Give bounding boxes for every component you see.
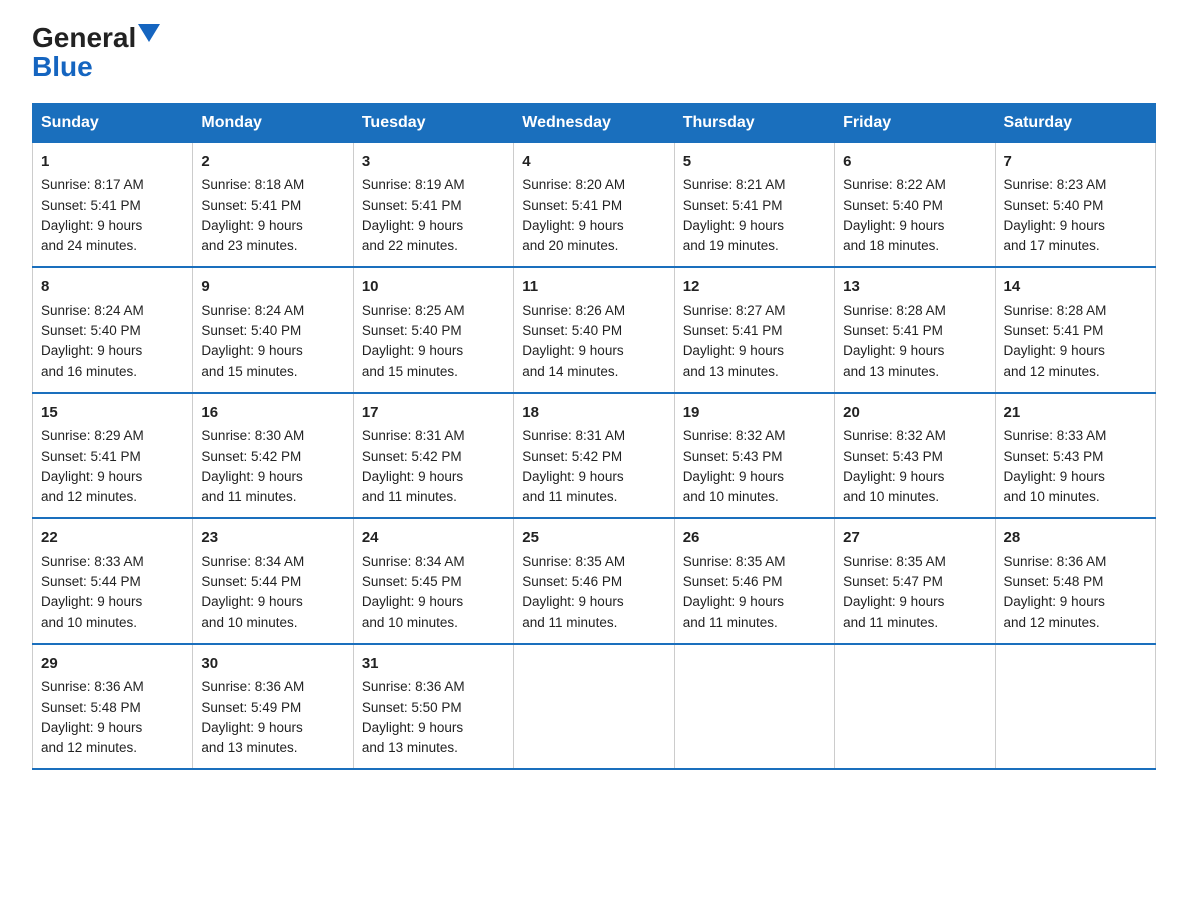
calendar-cell: 24Sunrise: 8:34 AMSunset: 5:45 PMDayligh… [353, 518, 513, 644]
calendar-cell: 28Sunrise: 8:36 AMSunset: 5:48 PMDayligh… [995, 518, 1155, 644]
day-number: 18 [522, 402, 665, 425]
calendar-cell: 18Sunrise: 8:31 AMSunset: 5:42 PMDayligh… [514, 393, 674, 519]
day-number: 13 [843, 276, 986, 299]
day-number: 27 [843, 527, 986, 550]
calendar-cell: 29Sunrise: 8:36 AMSunset: 5:48 PMDayligh… [33, 644, 193, 770]
calendar-cell: 23Sunrise: 8:34 AMSunset: 5:44 PMDayligh… [193, 518, 353, 644]
calendar-cell: 7Sunrise: 8:23 AMSunset: 5:40 PMDaylight… [995, 142, 1155, 267]
day-number: 24 [362, 527, 505, 550]
calendar-cell: 15Sunrise: 8:29 AMSunset: 5:41 PMDayligh… [33, 393, 193, 519]
day-number: 17 [362, 402, 505, 425]
calendar-cell: 30Sunrise: 8:36 AMSunset: 5:49 PMDayligh… [193, 644, 353, 770]
calendar-cell: 16Sunrise: 8:30 AMSunset: 5:42 PMDayligh… [193, 393, 353, 519]
day-number: 26 [683, 527, 826, 550]
page-header: General Blue [32, 24, 1156, 83]
calendar-week-row: 1Sunrise: 8:17 AMSunset: 5:41 PMDaylight… [33, 142, 1156, 267]
col-header-friday: Friday [835, 103, 995, 142]
calendar-cell [995, 644, 1155, 770]
calendar-cell: 27Sunrise: 8:35 AMSunset: 5:47 PMDayligh… [835, 518, 995, 644]
col-header-monday: Monday [193, 103, 353, 142]
day-number: 8 [41, 276, 184, 299]
calendar-week-row: 22Sunrise: 8:33 AMSunset: 5:44 PMDayligh… [33, 518, 1156, 644]
calendar-header-row: SundayMondayTuesdayWednesdayThursdayFrid… [33, 103, 1156, 142]
day-number: 31 [362, 653, 505, 676]
calendar-cell: 9Sunrise: 8:24 AMSunset: 5:40 PMDaylight… [193, 267, 353, 393]
calendar-cell: 4Sunrise: 8:20 AMSunset: 5:41 PMDaylight… [514, 142, 674, 267]
calendar-cell: 6Sunrise: 8:22 AMSunset: 5:40 PMDaylight… [835, 142, 995, 267]
day-number: 29 [41, 653, 184, 676]
day-number: 12 [683, 276, 826, 299]
day-number: 6 [843, 151, 986, 174]
day-number: 11 [522, 276, 665, 299]
calendar-week-row: 29Sunrise: 8:36 AMSunset: 5:48 PMDayligh… [33, 644, 1156, 770]
col-header-saturday: Saturday [995, 103, 1155, 142]
day-number: 28 [1004, 527, 1147, 550]
day-number: 22 [41, 527, 184, 550]
logo-general: General [32, 24, 136, 52]
day-number: 14 [1004, 276, 1147, 299]
day-number: 9 [201, 276, 344, 299]
day-number: 5 [683, 151, 826, 174]
calendar-cell: 14Sunrise: 8:28 AMSunset: 5:41 PMDayligh… [995, 267, 1155, 393]
day-number: 25 [522, 527, 665, 550]
day-number: 7 [1004, 151, 1147, 174]
calendar-cell [674, 644, 834, 770]
logo-blue: Blue [32, 52, 93, 83]
col-header-wednesday: Wednesday [514, 103, 674, 142]
col-header-tuesday: Tuesday [353, 103, 513, 142]
calendar-cell: 10Sunrise: 8:25 AMSunset: 5:40 PMDayligh… [353, 267, 513, 393]
day-number: 2 [201, 151, 344, 174]
calendar-cell: 12Sunrise: 8:27 AMSunset: 5:41 PMDayligh… [674, 267, 834, 393]
calendar-cell: 19Sunrise: 8:32 AMSunset: 5:43 PMDayligh… [674, 393, 834, 519]
logo-arrow-icon [138, 24, 160, 42]
calendar-cell [835, 644, 995, 770]
day-number: 23 [201, 527, 344, 550]
calendar-cell [514, 644, 674, 770]
calendar-cell: 22Sunrise: 8:33 AMSunset: 5:44 PMDayligh… [33, 518, 193, 644]
calendar-cell: 5Sunrise: 8:21 AMSunset: 5:41 PMDaylight… [674, 142, 834, 267]
day-number: 16 [201, 402, 344, 425]
day-number: 21 [1004, 402, 1147, 425]
calendar-cell: 26Sunrise: 8:35 AMSunset: 5:46 PMDayligh… [674, 518, 834, 644]
day-number: 15 [41, 402, 184, 425]
calendar-cell: 21Sunrise: 8:33 AMSunset: 5:43 PMDayligh… [995, 393, 1155, 519]
calendar-week-row: 8Sunrise: 8:24 AMSunset: 5:40 PMDaylight… [33, 267, 1156, 393]
col-header-thursday: Thursday [674, 103, 834, 142]
calendar-cell: 25Sunrise: 8:35 AMSunset: 5:46 PMDayligh… [514, 518, 674, 644]
day-number: 19 [683, 402, 826, 425]
day-number: 10 [362, 276, 505, 299]
day-number: 30 [201, 653, 344, 676]
calendar-week-row: 15Sunrise: 8:29 AMSunset: 5:41 PMDayligh… [33, 393, 1156, 519]
calendar-cell: 1Sunrise: 8:17 AMSunset: 5:41 PMDaylight… [33, 142, 193, 267]
calendar-cell: 31Sunrise: 8:36 AMSunset: 5:50 PMDayligh… [353, 644, 513, 770]
calendar-cell: 3Sunrise: 8:19 AMSunset: 5:41 PMDaylight… [353, 142, 513, 267]
calendar-cell: 2Sunrise: 8:18 AMSunset: 5:41 PMDaylight… [193, 142, 353, 267]
calendar-cell: 17Sunrise: 8:31 AMSunset: 5:42 PMDayligh… [353, 393, 513, 519]
calendar-cell: 13Sunrise: 8:28 AMSunset: 5:41 PMDayligh… [835, 267, 995, 393]
calendar-cell: 8Sunrise: 8:24 AMSunset: 5:40 PMDaylight… [33, 267, 193, 393]
day-number: 3 [362, 151, 505, 174]
calendar-table: SundayMondayTuesdayWednesdayThursdayFrid… [32, 103, 1156, 771]
calendar-cell: 20Sunrise: 8:32 AMSunset: 5:43 PMDayligh… [835, 393, 995, 519]
logo: General Blue [32, 24, 160, 83]
day-number: 4 [522, 151, 665, 174]
day-number: 1 [41, 151, 184, 174]
col-header-sunday: Sunday [33, 103, 193, 142]
calendar-cell: 11Sunrise: 8:26 AMSunset: 5:40 PMDayligh… [514, 267, 674, 393]
day-number: 20 [843, 402, 986, 425]
